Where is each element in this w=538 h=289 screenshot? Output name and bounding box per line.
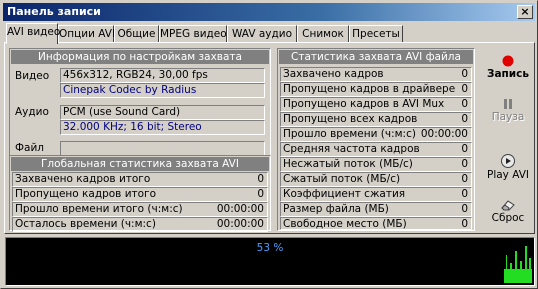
- global-stats-row: Захвачено кадров итого 0: [12, 172, 268, 187]
- play-avi-label: Play AVI: [486, 169, 530, 181]
- stat-label: Коэффициент сжатия: [283, 188, 406, 200]
- audio-source-value: PCM (use Sound Card): [60, 105, 265, 120]
- stat-value: 0: [461, 68, 468, 80]
- tab-panel: Информация по настройкам захвата Видео 4…: [4, 42, 535, 234]
- avi-stats-row: Свободное место (МБ) 0: [280, 217, 472, 230]
- capture-info-header: Информация по настройкам захвата: [11, 50, 269, 64]
- play-icon: [501, 154, 515, 168]
- stat-value: 0: [461, 113, 468, 125]
- avi-stats-row: Захвачено кадров 0: [280, 67, 472, 82]
- record-label: Запись: [486, 68, 530, 80]
- tab-avi-video[interactable]: AVI видео: [6, 23, 60, 44]
- capture-info-group: Информация по настройкам захвата Видео 4…: [9, 48, 271, 156]
- stat-value: 00:00:00: [420, 128, 468, 140]
- stat-label: Размер файла (МБ): [283, 203, 389, 215]
- stat-label: Средняя частота кадров: [283, 143, 420, 155]
- avi-stats-row: Несжатый поток (МБ/с) 0: [280, 157, 472, 172]
- stat-value: 0: [461, 203, 468, 215]
- tab-snapshot[interactable]: Снимок: [297, 25, 349, 43]
- close-button[interactable]: ×: [517, 5, 533, 19]
- video-format-value: 456x312, RGB24, 30,00 fps: [60, 68, 265, 83]
- avi-stats-row: Пропущено кадров в драйвере 0: [280, 82, 472, 97]
- stat-value: 0: [257, 173, 264, 185]
- pause-button[interactable]: Пауза: [483, 98, 533, 123]
- stat-label: Сжатый поток (МБ/с): [283, 173, 401, 185]
- audio-label: Аудио: [15, 106, 49, 118]
- global-stats-header: Глобальная статистика захвата AVI: [11, 157, 269, 171]
- stat-label: Захвачено кадров итого: [15, 173, 151, 185]
- tab-avi-options[interactable]: Опции AVI: [58, 25, 115, 43]
- stat-label: Пропущено кадров в AVI Mux: [283, 98, 445, 110]
- avi-stats-row: Размер файла (МБ) 0: [280, 202, 472, 217]
- record-icon: [502, 55, 514, 67]
- stat-label: Прошло времени (ч:м:с): [283, 128, 416, 140]
- meter-percent: 53 %: [256, 242, 284, 254]
- tab-mpeg-video[interactable]: MPEG видео: [159, 25, 227, 43]
- avi-stats-row: Прошло времени (ч:м:с) 00:00:00: [280, 127, 472, 142]
- stat-value: 0: [461, 218, 468, 230]
- stat-value: 0: [461, 188, 468, 200]
- record-button[interactable]: Запись: [483, 55, 533, 80]
- stat-label: Свободное место (МБ): [283, 218, 407, 230]
- avi-stats-row: Пропущено всех кадров 0: [280, 112, 472, 127]
- audio-format-value: 32.000 KHz; 16 bit; Stereo: [60, 120, 265, 135]
- avi-stats-group: Статистика захвата AVI файла Захвачено к…: [277, 48, 475, 231]
- stat-value: 0: [461, 98, 468, 110]
- tab-wav-audio[interactable]: WAV аудио: [227, 25, 297, 43]
- meter-bar-graph: [504, 246, 532, 283]
- stat-label: Пропущено кадров в драйвере: [283, 83, 456, 95]
- recording-panel-window: Панель записи × AVI видео Опции AVI Общи…: [0, 0, 538, 289]
- play-avi-button[interactable]: Play AVI: [483, 154, 533, 181]
- stat-value: 0: [461, 143, 468, 155]
- file-label: Файл: [15, 142, 45, 154]
- avi-stats-row: Коэффициент сжатия 0: [280, 187, 472, 202]
- stat-label: Прошло времени итого (ч:м:с): [15, 203, 183, 215]
- global-stats-row: Осталось времени (ч:м:с) 00:00:00: [12, 217, 268, 232]
- stat-value: 00:00:00: [216, 218, 264, 230]
- tab-presets[interactable]: Пресеты: [349, 25, 403, 43]
- pause-label: Пауза: [491, 111, 525, 123]
- pause-icon: [504, 99, 512, 109]
- avi-stats-row: Сжатый поток (МБ/с) 0: [280, 172, 472, 187]
- avi-stats-row: Средняя частота кадров 0: [280, 142, 472, 157]
- reset-button[interactable]: Сброс: [483, 199, 533, 224]
- stat-value: 00:00:00: [216, 203, 264, 215]
- reset-label: Сброс: [491, 212, 525, 224]
- stat-label: Захвачено кадров: [283, 68, 384, 80]
- stat-label: Осталось времени (ч:м:с): [15, 218, 156, 230]
- video-codec-value: Cinepak Codec by Radius: [60, 83, 265, 98]
- avi-stats-row: Пропущено кадров в AVI Mux 0: [280, 97, 472, 112]
- stat-value: 0: [461, 83, 468, 95]
- stat-value: 0: [461, 158, 468, 170]
- stat-label: Несжатый поток (МБ/с): [283, 158, 413, 170]
- eraser-icon: [501, 200, 515, 211]
- global-stats-row: Пропущено кадров итого 0: [12, 187, 268, 202]
- stat-label: Пропущено кадров итого: [15, 188, 156, 200]
- window-title: Панель записи: [7, 5, 101, 18]
- stat-value: 0: [461, 173, 468, 185]
- avi-stats-header: Статистика захвата AVI файла: [279, 50, 473, 64]
- global-stats-row: Прошло времени итого (ч:м:с) 00:00:00: [12, 202, 268, 217]
- global-stats-group: Глобальная статистика захвата AVI Захвач…: [9, 155, 271, 232]
- capture-level-meter: 53 %: [5, 237, 535, 286]
- title-bar[interactable]: Панель записи ×: [3, 3, 535, 21]
- stat-label: Пропущено всех кадров: [283, 113, 418, 125]
- file-value: [60, 141, 265, 156]
- video-label: Видео: [15, 70, 50, 82]
- stat-value: 0: [257, 188, 264, 200]
- tab-general[interactable]: Общие: [114, 25, 159, 43]
